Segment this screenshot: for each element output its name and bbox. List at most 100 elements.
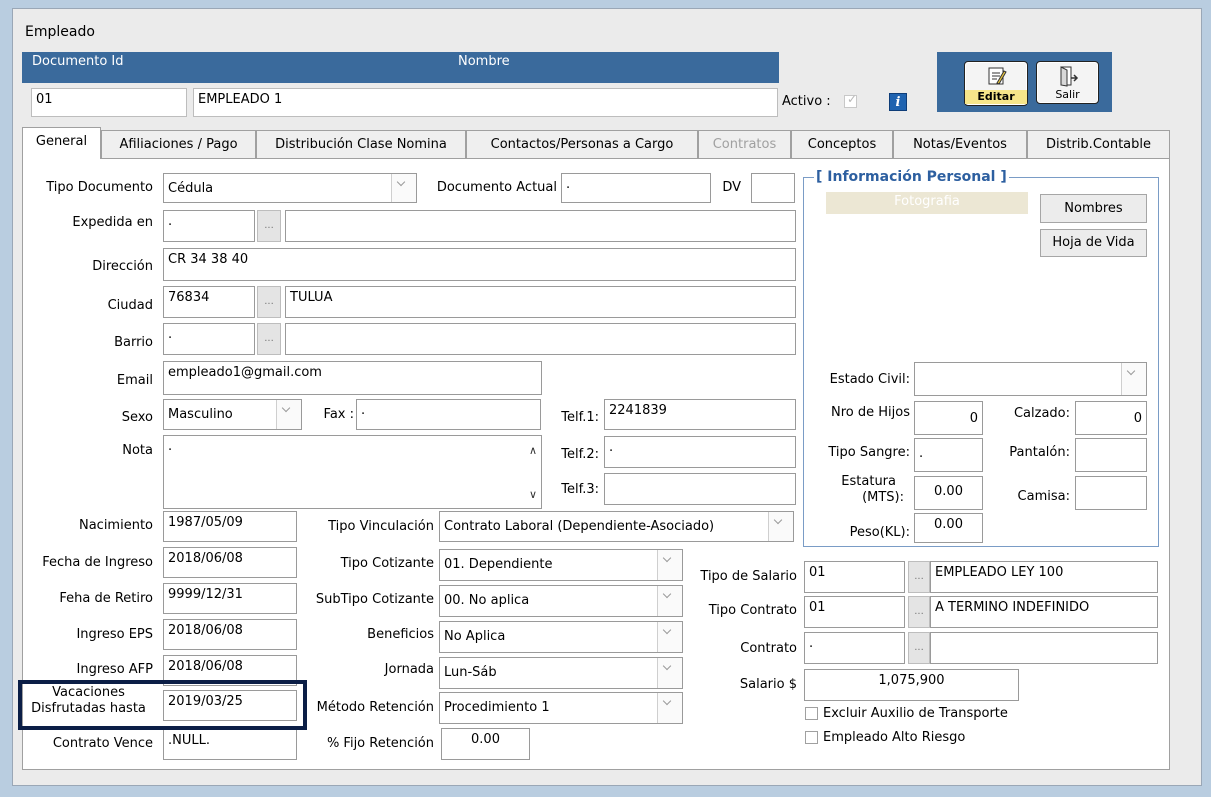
estado-civil-select[interactable] xyxy=(914,362,1147,396)
fecha-retiro-input[interactable]: 9999/12/31 xyxy=(163,583,297,614)
activo-checkbox[interactable]: ✓ xyxy=(844,92,857,108)
fecha-retiro-label: Feha de Retiro xyxy=(59,591,153,606)
tab-general[interactable]: General xyxy=(22,127,101,159)
jornada-select[interactable]: Lun-Sáb xyxy=(439,657,683,689)
nota-label: Nota xyxy=(122,443,153,458)
expedida-en-name-input[interactable] xyxy=(285,210,796,242)
contrato-name-input[interactable] xyxy=(930,632,1158,664)
expedida-en-lookup-button[interactable]: ... xyxy=(257,210,281,242)
subtipo-cotizante-label: SubTipo Cotizante xyxy=(315,592,434,607)
tab-afiliaciones-pago[interactable]: Afiliaciones / Pago xyxy=(101,130,256,158)
tipo-contrato-code-input[interactable]: 01 xyxy=(804,596,905,628)
hoja-vida-button[interactable]: Hoja de Vida xyxy=(1040,229,1147,257)
tipo-salario-lookup-button[interactable]: ... xyxy=(908,561,930,593)
nro-hijos-label: Nro de Hijos xyxy=(831,405,910,420)
beneficios-select[interactable]: No Aplica xyxy=(439,621,683,653)
subtipo-cotizante-select[interactable]: 00. No aplica xyxy=(439,585,683,617)
documento-actual-label: Documento Actual xyxy=(436,180,557,195)
sexo-label: Sexo xyxy=(121,410,153,425)
editar-button[interactable]: Editar xyxy=(964,61,1028,106)
chevron-down-icon[interactable] xyxy=(276,400,301,429)
tab-conceptos[interactable]: Conceptos xyxy=(791,130,893,158)
tab-contratos: Contratos xyxy=(698,130,791,158)
fijo-retencion-input[interactable]: 0.00 xyxy=(441,728,530,760)
chevron-down-icon[interactable] xyxy=(391,174,416,202)
documento-actual-input[interactable]: . xyxy=(561,173,711,203)
pantalon-input[interactable] xyxy=(1075,438,1147,472)
jornada-value: Lun-Sáb xyxy=(444,665,497,680)
metodo-retencion-value: Procedimiento 1 xyxy=(444,700,550,715)
nacimiento-input[interactable]: 1987/05/09 xyxy=(163,511,297,542)
dv-input[interactable] xyxy=(751,173,795,203)
ciudad-code-input[interactable]: 76834 xyxy=(163,286,255,318)
chevron-down-icon[interactable] xyxy=(1121,363,1146,395)
contrato-vence-input[interactable]: .NULL. xyxy=(163,729,297,760)
nota-textarea[interactable]: . ∧ ∨ xyxy=(163,435,542,509)
ingreso-eps-input[interactable]: 2018/06/08 xyxy=(163,619,297,650)
fax-label: Fax : xyxy=(323,407,354,422)
calzado-label: Calzado: xyxy=(1013,406,1070,421)
nombres-button[interactable]: Nombres xyxy=(1040,194,1147,223)
email-label: Email xyxy=(116,373,153,388)
documento-id-input[interactable]: 01 xyxy=(31,88,187,117)
scroll-down-icon[interactable]: ∨ xyxy=(529,486,537,504)
nro-hijos-input[interactable]: 0 xyxy=(914,401,983,435)
alto-riesgo-label: Empleado Alto Riesgo xyxy=(823,730,966,745)
contrato-lookup-button[interactable]: ... xyxy=(908,632,930,664)
tipo-sangre-input[interactable]: . xyxy=(914,438,983,472)
fotografia-box[interactable]: Fotografia xyxy=(826,192,1028,362)
salir-button[interactable]: Salir xyxy=(1036,61,1099,104)
fax-input[interactable]: . xyxy=(356,399,541,430)
chevron-down-icon[interactable] xyxy=(657,658,682,688)
telf2-input[interactable]: . xyxy=(604,436,796,468)
estatura-label-line2: (MTS): xyxy=(862,490,904,505)
metodo-retencion-select[interactable]: Procedimiento 1 xyxy=(439,692,683,724)
tipo-salario-code-input[interactable]: 01 xyxy=(804,561,905,593)
email-input[interactable]: empleado1@gmail.com xyxy=(163,361,542,395)
tab-distribucion-clase-nomina[interactable]: Distribución Clase Nomina xyxy=(256,130,466,158)
nombre-input[interactable]: EMPLEADO 1 xyxy=(193,88,778,117)
barrio-label: Barrio xyxy=(114,335,153,350)
contrato-code-input[interactable]: . xyxy=(804,632,905,664)
salario-input[interactable]: 1,075,900 xyxy=(804,669,1019,701)
barrio-name-input[interactable] xyxy=(285,323,796,355)
alto-riesgo-checkbox[interactable] xyxy=(805,731,818,744)
ciudad-lookup-button[interactable]: ... xyxy=(257,286,281,318)
telf3-input[interactable] xyxy=(604,473,796,505)
info-icon[interactable]: i xyxy=(889,93,907,111)
header-bar: Documento Id Nombre xyxy=(22,52,779,83)
vacaciones-label-line1: Vacaciones xyxy=(52,685,125,700)
chevron-down-icon[interactable] xyxy=(657,586,682,616)
camisa-input[interactable] xyxy=(1075,476,1147,510)
excluir-auxilio-checkbox[interactable] xyxy=(805,707,818,720)
fecha-ingreso-input[interactable]: 2018/06/08 xyxy=(163,547,297,578)
exit-door-icon xyxy=(1060,66,1079,87)
chevron-down-icon[interactable] xyxy=(657,693,682,723)
peso-input[interactable]: 0.00 xyxy=(914,513,983,543)
estatura-input[interactable]: 0.00 xyxy=(914,476,983,510)
chevron-down-icon[interactable] xyxy=(768,512,793,541)
expedida-en-code-input[interactable]: . xyxy=(163,210,255,242)
tipo-contrato-name-input[interactable]: A TERMINO INDEFINIDO xyxy=(930,596,1158,628)
tipo-salario-name-input[interactable]: EMPLEADO LEY 100 xyxy=(930,561,1158,593)
barrio-code-input[interactable]: . xyxy=(163,323,255,355)
tab-distrib-contable[interactable]: Distrib.Contable xyxy=(1027,130,1170,158)
scroll-up-icon[interactable]: ∧ xyxy=(529,442,537,460)
tipo-contrato-lookup-button[interactable]: ... xyxy=(908,596,930,628)
tipo-documento-select[interactable]: Cédula xyxy=(163,173,417,203)
tipo-vinculacion-select[interactable]: Contrato Laboral (Dependiente-Asociado) xyxy=(439,511,794,542)
tab-contactos[interactable]: Contactos/Personas a Cargo xyxy=(466,130,698,158)
chevron-down-icon[interactable] xyxy=(657,550,682,580)
ciudad-name-input[interactable]: TULUA xyxy=(285,286,796,318)
chevron-down-icon[interactable] xyxy=(657,622,682,652)
direccion-input[interactable]: CR 34 38 40 xyxy=(163,248,796,281)
tipo-cotizante-select[interactable]: 01. Dependiente xyxy=(439,549,683,581)
sexo-select[interactable]: Masculino xyxy=(163,399,302,430)
calzado-input[interactable]: 0 xyxy=(1075,401,1147,435)
info-personal-title: [ Información Personal ] xyxy=(814,169,1009,185)
nombre-label: Nombre xyxy=(458,54,510,69)
telf1-input[interactable]: 2241839 xyxy=(604,399,796,430)
estatura-label-line1: Estatura xyxy=(841,474,896,489)
barrio-lookup-button[interactable]: ... xyxy=(257,323,281,355)
tab-notas-eventos[interactable]: Notas/Eventos xyxy=(893,130,1027,158)
